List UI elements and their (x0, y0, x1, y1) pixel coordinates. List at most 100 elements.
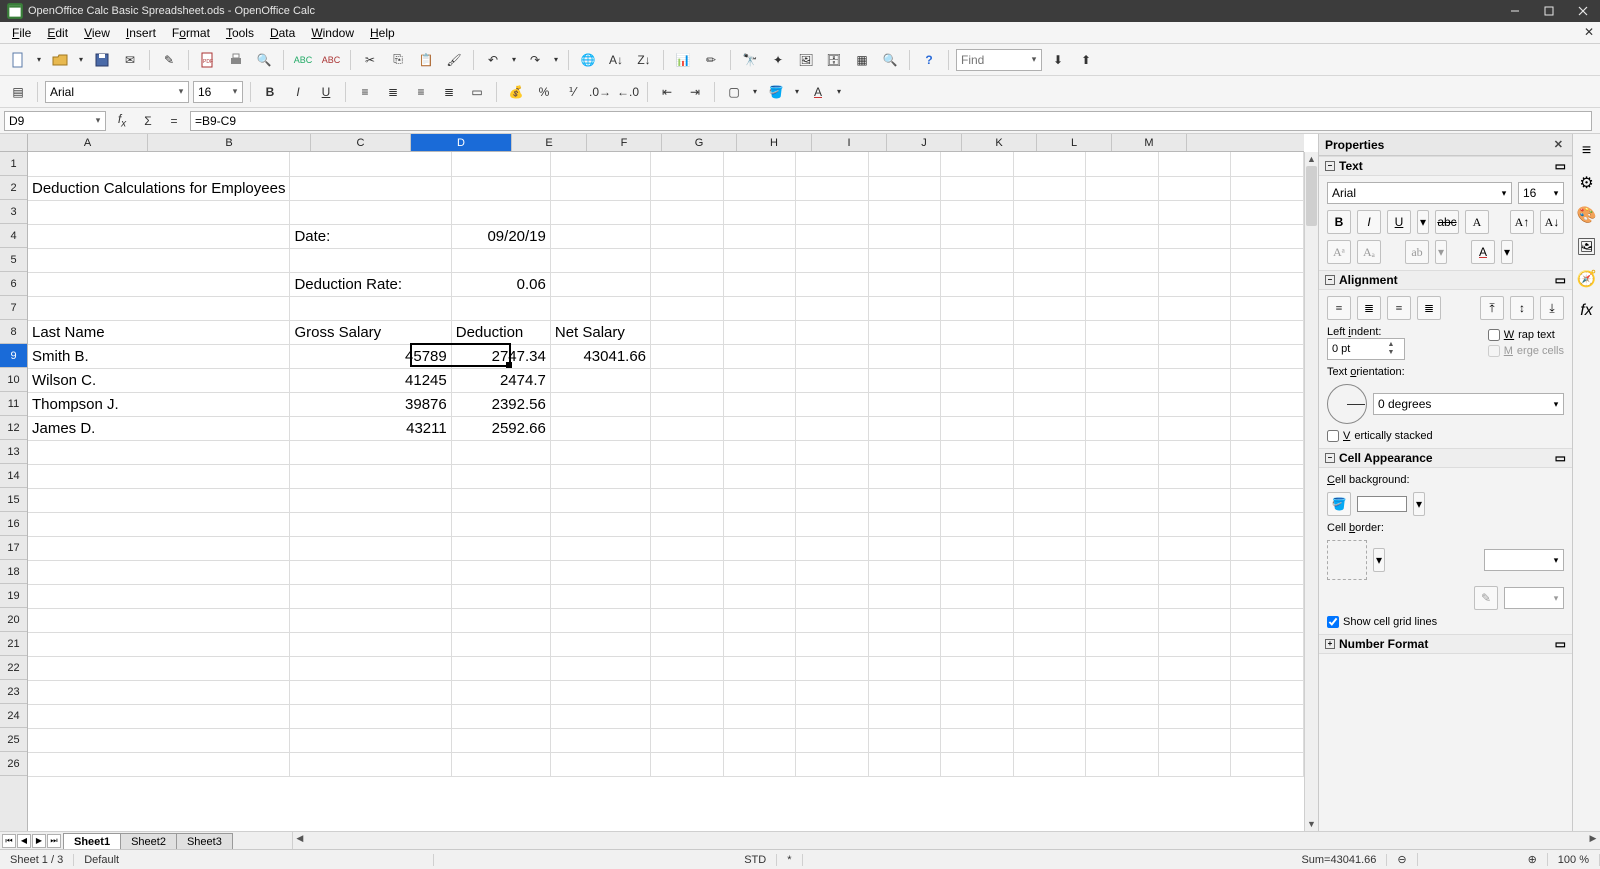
cell-F17[interactable] (723, 536, 796, 560)
cell-K7[interactable] (1086, 296, 1159, 320)
cell-K25[interactable] (1086, 728, 1159, 752)
row-header-9[interactable]: 9 (0, 344, 27, 368)
panel-underline-dropdown[interactable]: ▾ (1417, 210, 1429, 234)
sort-asc-icon[interactable]: A↓ (604, 48, 628, 72)
cell-I5[interactable] (941, 248, 1014, 272)
cell-background-swatch[interactable] (1357, 496, 1407, 512)
increase-indent-icon[interactable]: ⇥ (683, 80, 707, 104)
cell-K5[interactable] (1086, 248, 1159, 272)
cell-I22[interactable] (941, 656, 1014, 680)
section-number-format-header[interactable]: + Number Format ▭ (1319, 634, 1572, 654)
cell-I26[interactable] (941, 752, 1014, 776)
edit-file-icon[interactable]: ✎ (157, 48, 181, 72)
sort-desc-icon[interactable]: Z↓ (632, 48, 656, 72)
left-indent-field[interactable] (1328, 343, 1384, 355)
cell-D26[interactable] (550, 752, 650, 776)
font-name-combo[interactable]: ▾ (45, 81, 189, 103)
cell-D14[interactable] (550, 464, 650, 488)
cell-I4[interactable] (941, 224, 1014, 248)
cell-H9[interactable] (868, 344, 941, 368)
next-sheet-icon[interactable]: ▶ (32, 834, 46, 848)
cell-I9[interactable] (941, 344, 1014, 368)
cell-J11[interactable] (1013, 392, 1086, 416)
cell-reference-input[interactable] (5, 112, 91, 130)
cell-E26[interactable] (651, 752, 724, 776)
cell-D20[interactable] (550, 608, 650, 632)
horizontal-scrollbar[interactable]: ◀ ▶ (292, 832, 1600, 849)
undo-dropdown[interactable]: ▾ (509, 48, 519, 72)
cell-M18[interactable] (1231, 560, 1304, 584)
cell-K9[interactable] (1086, 344, 1159, 368)
cell-A22[interactable] (28, 656, 290, 680)
spin-up-icon[interactable]: ▲ (1384, 341, 1398, 349)
cell-H25[interactable] (868, 728, 941, 752)
cell-M22[interactable] (1231, 656, 1304, 680)
cell-L26[interactable] (1158, 752, 1231, 776)
sidebar-settings-icon[interactable]: ≡ (1576, 140, 1598, 162)
cell-E3[interactable] (651, 200, 724, 224)
cell-H3[interactable] (868, 200, 941, 224)
align-left-icon[interactable]: ≡ (353, 80, 377, 104)
bgcolor-dropdown[interactable]: ▾ (792, 80, 802, 104)
panel-align-right-icon[interactable]: ≡ (1387, 296, 1411, 320)
panel-align-justify-icon[interactable]: ≣ (1417, 296, 1441, 320)
function-equals-icon[interactable]: = (164, 111, 184, 131)
cell-E20[interactable] (651, 608, 724, 632)
column-header-G[interactable]: G (662, 134, 737, 151)
bucket-icon[interactable]: 🪣 (1327, 492, 1351, 516)
cell-C23[interactable] (451, 680, 550, 704)
cell-A23[interactable] (28, 680, 290, 704)
row-header-8[interactable]: 8 (0, 320, 27, 344)
italic-icon[interactable]: I (286, 80, 310, 104)
cell-K24[interactable] (1086, 704, 1159, 728)
cell-E1[interactable] (651, 152, 724, 176)
cell-I1[interactable] (941, 152, 1014, 176)
menu-format[interactable]: Format (164, 24, 218, 42)
email-icon[interactable]: ✉ (118, 48, 142, 72)
formula-input[interactable] (190, 111, 1592, 131)
orientation-value-input[interactable] (1374, 394, 1549, 414)
cell-J18[interactable] (1013, 560, 1086, 584)
bgcolor-icon[interactable]: 🪣 (764, 80, 788, 104)
cut-icon[interactable]: ✂ (358, 48, 382, 72)
sidebar-properties-icon[interactable]: ⚙ (1576, 172, 1598, 194)
cell-C26[interactable] (451, 752, 550, 776)
cell-I21[interactable] (941, 632, 1014, 656)
cell-M23[interactable] (1231, 680, 1304, 704)
format-paintbrush-icon[interactable]: 🖌 (442, 48, 466, 72)
cell-D13[interactable] (550, 440, 650, 464)
cell-C22[interactable] (451, 656, 550, 680)
cell-K1[interactable] (1086, 152, 1159, 176)
cell-H14[interactable] (868, 464, 941, 488)
section-more-icon[interactable]: ▭ (1555, 637, 1566, 651)
cell-D24[interactable] (550, 704, 650, 728)
cell-I20[interactable] (941, 608, 1014, 632)
cell-B11[interactable]: 39876 (290, 392, 451, 416)
panel-fontcolor-dropdown[interactable]: ▾ (1501, 240, 1513, 264)
cell-A10[interactable]: Wilson C. (28, 368, 290, 392)
cell-H2[interactable] (868, 176, 941, 200)
row-header-4[interactable]: 4 (0, 224, 27, 248)
panel-font-size-input[interactable] (1519, 183, 1549, 203)
cell-K22[interactable] (1086, 656, 1159, 680)
menu-insert[interactable]: Insert (118, 24, 164, 42)
cell-B5[interactable] (290, 248, 451, 272)
cell-E7[interactable] (651, 296, 724, 320)
find-replace-icon[interactable]: 🔭 (738, 48, 762, 72)
cell-F16[interactable] (723, 512, 796, 536)
column-header-D[interactable]: D (411, 134, 512, 151)
cell-background-dropdown[interactable]: ▾ (1413, 492, 1425, 516)
cell-B14[interactable] (290, 464, 451, 488)
column-header-F[interactable]: F (587, 134, 662, 151)
menu-tools[interactable]: Tools (218, 24, 262, 42)
cell-E5[interactable] (651, 248, 724, 272)
borders-dropdown[interactable]: ▾ (750, 80, 760, 104)
cell-E21[interactable] (651, 632, 724, 656)
sum-icon[interactable]: Σ (138, 111, 158, 131)
merge-cells-checkbox[interactable]: Merge cells (1488, 345, 1564, 357)
cell-F6[interactable] (723, 272, 796, 296)
cell-C12[interactable]: 2592.66 (451, 416, 550, 440)
cell-F4[interactable] (723, 224, 796, 248)
cell-C24[interactable] (451, 704, 550, 728)
cell-D11[interactable] (550, 392, 650, 416)
